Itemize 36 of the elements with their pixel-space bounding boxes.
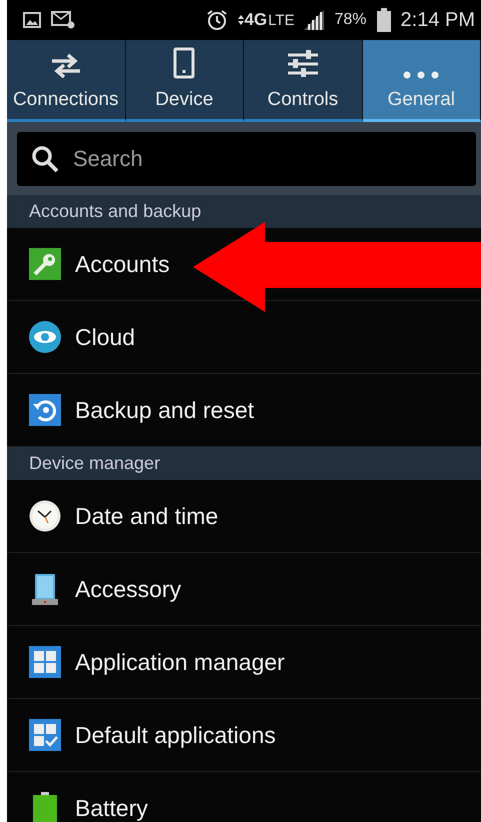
image-icon (23, 12, 41, 28)
tab[interactable]: Device (126, 40, 244, 122)
grid-check-icon (29, 719, 61, 751)
tab[interactable]: Controls (244, 40, 362, 122)
settings-item[interactable]: Cloud (75, 324, 136, 350)
signal-icon (304, 10, 324, 30)
network-type: 4G (244, 10, 268, 30)
more-icon (403, 71, 440, 79)
search-icon (31, 144, 59, 172)
battery-icon (376, 8, 391, 32)
transfer-icon (50, 53, 82, 79)
data-arrows-icon (238, 14, 244, 26)
settings-item[interactable]: Accessory (75, 576, 182, 602)
network-subtype: LTE (268, 12, 294, 28)
settings-item[interactable]: Battery (75, 794, 148, 822)
settings-item[interactable]: Backup and reset (75, 396, 254, 424)
sliders-icon (286, 49, 319, 79)
clock-time: 2:14 PM (400, 8, 475, 32)
settings-item[interactable]: Default applications (75, 722, 276, 748)
email-icon (51, 11, 75, 29)
tab[interactable]: Connections (7, 40, 126, 122)
section-header: Device manager (29, 453, 160, 474)
alarm-icon (206, 9, 228, 31)
search-box[interactable]: Search (17, 132, 476, 186)
section-header: Accounts and backup (29, 201, 202, 222)
battery-percent: 78% (334, 11, 367, 29)
settings-item[interactable]: Accounts (75, 250, 170, 278)
restore-icon (29, 394, 61, 426)
settings-item[interactable]: Date and time (75, 502, 218, 530)
clock-icon (29, 500, 61, 532)
tab[interactable]: General (362, 40, 481, 122)
key-icon (29, 248, 61, 280)
phone-icon (173, 47, 196, 79)
tablet-dock-icon (29, 573, 61, 605)
settings-item[interactable]: Application manager (75, 648, 285, 676)
grid-icon (29, 646, 61, 678)
